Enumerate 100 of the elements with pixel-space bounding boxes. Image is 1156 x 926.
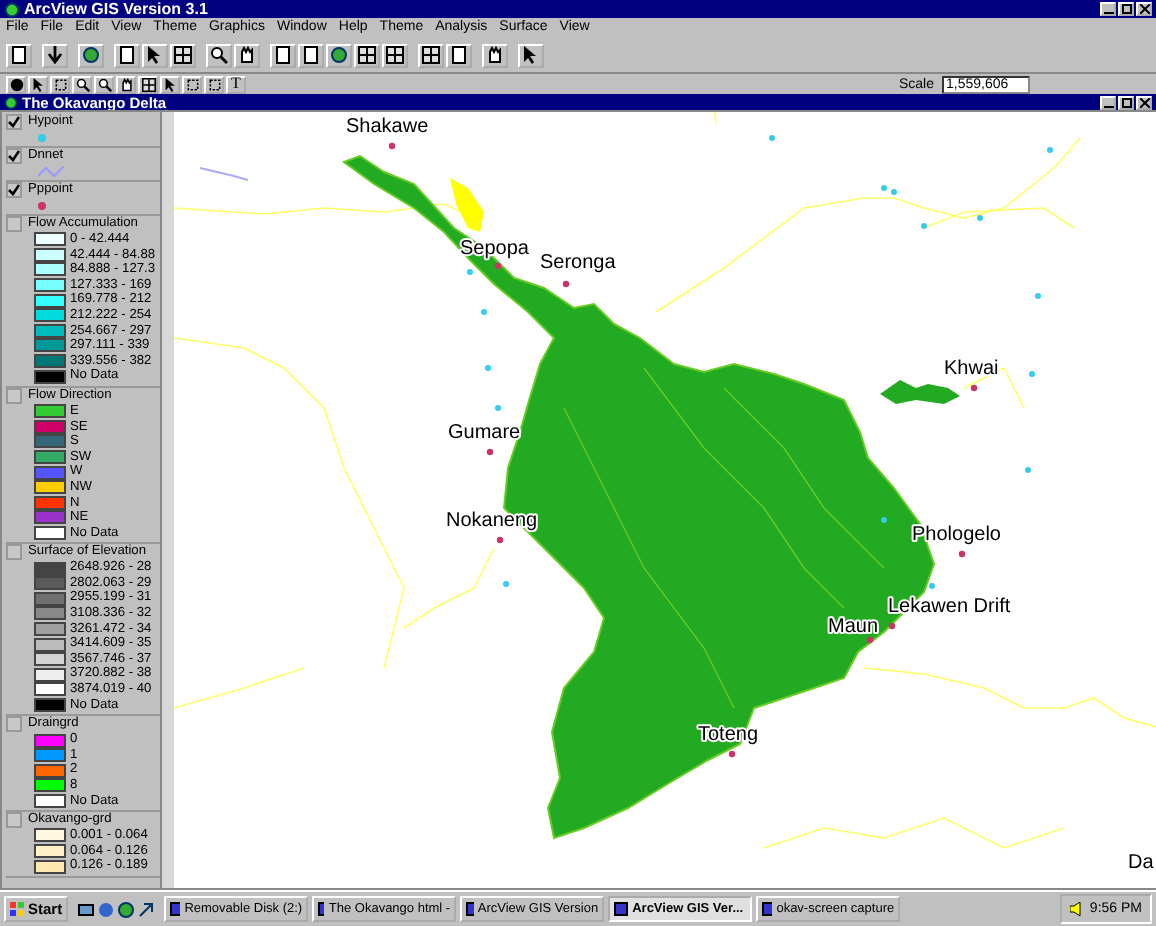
toolbar-button[interactable] bbox=[142, 43, 168, 67]
text-tool-button[interactable]: T bbox=[226, 75, 246, 93]
close-button[interactable] bbox=[1136, 2, 1152, 16]
theme-checkbox[interactable] bbox=[6, 544, 22, 561]
town-dot-icon bbox=[970, 384, 978, 392]
grid-icon bbox=[174, 46, 192, 64]
sample-point-icon bbox=[881, 517, 887, 523]
sample-point-icon bbox=[977, 215, 983, 221]
magnifier-icon bbox=[97, 77, 111, 91]
pointer-icon bbox=[31, 77, 45, 91]
speaker-icon[interactable] bbox=[1069, 902, 1084, 916]
hand-icon bbox=[238, 46, 256, 64]
toolbar-button[interactable] bbox=[298, 43, 324, 67]
sample-point-icon bbox=[1035, 293, 1041, 299]
toolbar-button[interactable] bbox=[78, 43, 104, 67]
scrollbar[interactable] bbox=[160, 112, 174, 888]
toolbar-button[interactable] bbox=[170, 43, 196, 67]
place-label: Shakawe bbox=[346, 116, 429, 138]
toolbar-button[interactable] bbox=[114, 43, 140, 67]
globe-icon bbox=[82, 46, 100, 64]
close-icon bbox=[1139, 4, 1149, 14]
sample-point-icon bbox=[921, 223, 927, 229]
sample-point-icon bbox=[891, 189, 897, 195]
globe-icon bbox=[4, 1, 20, 17]
minimize-button[interactable] bbox=[1100, 2, 1116, 16]
page-icon bbox=[10, 46, 28, 64]
sample-point-icon bbox=[485, 365, 491, 371]
toolbar-button[interactable] bbox=[382, 43, 408, 67]
place-label: Maun bbox=[828, 616, 879, 638]
town-dot-icon bbox=[494, 262, 502, 270]
place-label: Gumare bbox=[448, 422, 521, 444]
hand-icon bbox=[486, 46, 504, 64]
stream-line-drawing bbox=[199, 167, 249, 181]
sample-point-icon bbox=[769, 135, 775, 141]
toolbar-button[interactable] bbox=[518, 43, 544, 67]
town-dot-icon bbox=[866, 636, 874, 644]
arrow-icon[interactable] bbox=[138, 901, 155, 917]
maximize-button[interactable] bbox=[1118, 2, 1134, 16]
window-icon bbox=[762, 902, 773, 916]
toolbar-button[interactable] bbox=[6, 43, 32, 67]
restore-icon bbox=[1121, 97, 1131, 107]
window-icon bbox=[466, 902, 474, 916]
arrow-icon bbox=[46, 46, 64, 64]
place-label: Seronga bbox=[540, 252, 616, 274]
sample-point-icon bbox=[1047, 147, 1053, 153]
magnifier-icon bbox=[75, 77, 89, 91]
windows-logo-icon bbox=[10, 902, 24, 916]
tool-button[interactable] bbox=[138, 75, 158, 93]
toolbar-button[interactable] bbox=[234, 43, 260, 67]
hand-icon bbox=[119, 77, 133, 91]
toolbar-button[interactable] bbox=[446, 43, 472, 67]
place-label: Khwai bbox=[944, 358, 999, 380]
grid-icon bbox=[358, 46, 376, 64]
minimize-button[interactable] bbox=[1100, 95, 1116, 109]
grid-icon bbox=[141, 77, 155, 91]
toolbar-button[interactable] bbox=[206, 43, 232, 67]
grid-icon bbox=[386, 46, 404, 64]
window-title: ArcView GIS Version 3.1 bbox=[24, 0, 208, 18]
page-icon bbox=[450, 46, 468, 64]
toolbar-button[interactable] bbox=[326, 43, 352, 67]
sample-point-icon bbox=[495, 405, 501, 411]
close-button[interactable] bbox=[1136, 95, 1152, 109]
window-icon bbox=[318, 902, 325, 916]
window-icon bbox=[170, 902, 181, 916]
town-dot-icon bbox=[486, 448, 494, 456]
toolbar-button[interactable] bbox=[270, 43, 296, 67]
sample-point-icon bbox=[467, 269, 473, 275]
town-dot-icon bbox=[888, 622, 896, 630]
toolbar-button[interactable] bbox=[42, 43, 68, 67]
frame-icon bbox=[53, 77, 67, 91]
close-icon bbox=[1139, 97, 1149, 107]
toolbar-button[interactable] bbox=[418, 43, 444, 67]
toolbar-button[interactable] bbox=[482, 43, 508, 67]
theme-checkbox[interactable] bbox=[6, 812, 22, 829]
town-dot-icon bbox=[562, 280, 570, 288]
window-icon bbox=[614, 902, 629, 916]
toolbar-button[interactable] bbox=[354, 43, 380, 67]
place-label: Da bbox=[1128, 852, 1154, 874]
sample-point-icon bbox=[481, 309, 487, 315]
theme-checkbox[interactable] bbox=[6, 114, 22, 130]
globe-icon[interactable] bbox=[118, 901, 135, 917]
sample-point-icon bbox=[1025, 467, 1031, 473]
restore-icon bbox=[1121, 4, 1131, 14]
theme-checkbox[interactable] bbox=[6, 716, 22, 733]
desktop-icon[interactable] bbox=[78, 901, 95, 917]
grid-icon bbox=[422, 46, 440, 64]
theme-checkbox[interactable] bbox=[6, 216, 22, 232]
page-icon bbox=[118, 46, 136, 64]
town-dot-icon bbox=[728, 750, 736, 758]
maximize-button[interactable] bbox=[1118, 95, 1134, 109]
town-dot-icon bbox=[496, 536, 504, 544]
town-dot-icon bbox=[958, 550, 966, 558]
pointer-icon bbox=[522, 46, 540, 64]
theme-checkbox[interactable] bbox=[6, 182, 22, 198]
globe-icon bbox=[4, 95, 18, 109]
town-dot-icon bbox=[388, 142, 396, 150]
sample-point-icon bbox=[881, 185, 887, 191]
theme-checkbox[interactable] bbox=[6, 148, 22, 164]
globe-icon bbox=[330, 46, 348, 64]
magnifier-icon bbox=[210, 46, 228, 64]
